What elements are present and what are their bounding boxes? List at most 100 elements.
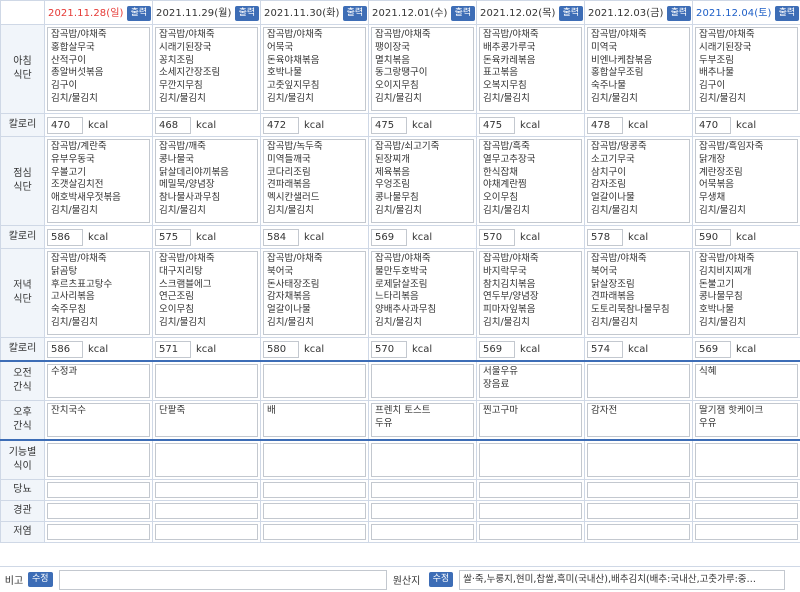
am-snack-row-textarea[interactable] (155, 364, 258, 398)
dinner-calorie-row-cell: 574 kcal (584, 337, 693, 362)
am-snack-row-textarea[interactable]: 서울우유 장음료 (479, 364, 582, 398)
low-salt-row-textarea[interactable] (155, 524, 258, 540)
breakfast-row-textarea[interactable]: 잡곡밥/야채죽 배추콩가루국 돈육카레볶음 표고볶음 오복지무침 김치/물김치 (479, 27, 582, 111)
calorie-input[interactable]: 575 (155, 228, 191, 246)
calorie-input[interactable]: 569 (695, 340, 731, 358)
tube-feeding-row-textarea[interactable] (155, 503, 258, 519)
print-button[interactable]: 출력 (774, 5, 800, 21)
am-snack-row-textarea[interactable] (587, 364, 690, 398)
calorie-input[interactable]: 472 (263, 116, 299, 134)
low-salt-row-label: 저염 (0, 521, 45, 543)
lunch-row-textarea[interactable]: 잡곡밥/흑임자죽 닭개장 계란장조림 어묵볶음 무생채 김치/물김치 (695, 139, 798, 223)
print-button[interactable]: 출력 (126, 5, 152, 21)
breakfast-row-textarea[interactable]: 잡곡밥/야채죽 어묵국 돈육야채볶음 호박나물 고춧잎지무침 김치/물김치 (263, 27, 366, 111)
tube-feeding-row-textarea[interactable] (263, 503, 366, 519)
lunch-row-textarea[interactable]: 잡곡밥/녹두죽 미역들깨국 코다리조림 견파래볶음 멕시칸샐러드 김치/물김치 (263, 139, 366, 223)
origin-field[interactable]: 쌀·죽,누룽지,현미,찹쌀,흑미(국내산),배추김치(배추:국내산,고춧가루:중… (459, 569, 786, 590)
note-field[interactable] (58, 569, 387, 590)
diabetes-row-textarea[interactable] (695, 482, 798, 498)
calorie-input[interactable]: 569 (479, 340, 515, 358)
pm-snack-row-textarea[interactable]: 딸기잼 핫케이크 우유 (695, 403, 798, 437)
diabetes-row-textarea[interactable] (155, 482, 258, 498)
calorie-input[interactable]: 571 (155, 340, 191, 358)
diabetes-row-textarea[interactable] (587, 482, 690, 498)
diabetes-row-textarea[interactable] (263, 482, 366, 498)
functional-diet-row-textarea[interactable] (155, 443, 258, 477)
lunch-row-textarea[interactable]: 잡곡밥/깨죽 콩나물국 닭살데리야끼볶음 메밀묵/양념장 참나물사과무침 김치/물김치 (155, 139, 258, 223)
low-salt-row-textarea[interactable] (47, 524, 150, 540)
menu-item: 김치/물김치 (483, 92, 530, 104)
calorie-input[interactable]: 470 (695, 116, 731, 134)
origin-edit-button[interactable]: 수정 (428, 572, 454, 587)
calorie-input[interactable]: 578 (587, 228, 623, 246)
dinner-row-textarea[interactable]: 잡곡밥/야채죽 북어국 닭살장조림 견파래볶음 도토리묵참나물무침 김치/물김치 (587, 251, 690, 335)
lunch-row-textarea[interactable]: 잡곡밥/땅콩죽 소고기무국 삼치구이 감자조림 얼갈이나물 김치/물김치 (587, 139, 690, 223)
low-salt-row-textarea[interactable] (587, 524, 690, 540)
date-label: 2021.11.30(화) (264, 8, 340, 20)
diabetes-row-textarea[interactable] (371, 482, 474, 498)
pm-snack-row-textarea[interactable]: 잔치국수 (47, 403, 150, 437)
calorie-input[interactable]: 574 (587, 340, 623, 358)
diabetes-row-textarea[interactable] (47, 482, 150, 498)
tube-feeding-row-textarea[interactable] (371, 503, 474, 519)
dinner-row-textarea[interactable]: 잡곡밥/야채죽 닭곰탕 후르츠표고탕수 고사리볶음 숙주무침 김치/물김치 (47, 251, 150, 335)
calorie-input[interactable]: 478 (587, 116, 623, 134)
tube-feeding-row-textarea[interactable] (587, 503, 690, 519)
tube-feeding-row-textarea[interactable] (695, 503, 798, 519)
functional-diet-row-textarea[interactable] (47, 443, 150, 477)
calorie-input[interactable]: 569 (371, 228, 407, 246)
functional-diet-row-textarea[interactable] (587, 443, 690, 477)
am-snack-row-textarea[interactable] (263, 364, 366, 398)
low-salt-row-textarea[interactable] (371, 524, 474, 540)
pm-snack-row-textarea[interactable]: 감자전 (587, 403, 690, 437)
dinner-row-textarea[interactable]: 잡곡밥/야채죽 물만두호박국 로제닭살조림 느타리볶음 양배추사과무침 김치/물김치 (371, 251, 474, 335)
print-button[interactable]: 출력 (234, 5, 260, 21)
low-salt-row: 저염 (0, 521, 800, 543)
tube-feeding-row-textarea[interactable] (47, 503, 150, 519)
note-edit-button[interactable]: 수정 (28, 572, 53, 587)
print-button[interactable]: 출력 (558, 5, 584, 21)
print-button[interactable]: 출력 (666, 5, 692, 21)
low-salt-row-textarea[interactable] (695, 524, 798, 540)
dinner-row-textarea[interactable]: 잡곡밥/야채죽 바지락무국 참치김치볶음 연두부/양념장 피마자잎볶음 김치/물김치 (479, 251, 582, 335)
calorie-input[interactable]: 570 (371, 340, 407, 358)
calorie-input[interactable]: 475 (479, 116, 515, 134)
pm-snack-row-textarea[interactable]: 찐고구마 (479, 403, 582, 437)
functional-diet-row-textarea[interactable] (479, 443, 582, 477)
am-snack-row-textarea[interactable] (371, 364, 474, 398)
calorie-input[interactable]: 586 (47, 228, 83, 246)
lunch-row-textarea[interactable]: 잡곡밥/계란죽 유부우동국 우볼고기 조갯살김치전 애호박새우젓볶음 김치/물김치 (47, 139, 150, 223)
low-salt-row-textarea[interactable] (479, 524, 582, 540)
dinner-row-textarea[interactable]: 잡곡밥/야채죽 북어국 돈사태장조림 감자채볶음 얼갈이나물 김치/물김치 (263, 251, 366, 335)
pm-snack-row-textarea[interactable]: 배 (263, 403, 366, 437)
pm-snack-row-textarea[interactable]: 단팥죽 (155, 403, 258, 437)
functional-diet-row-textarea[interactable] (695, 443, 798, 477)
functional-diet-row-textarea[interactable] (263, 443, 366, 477)
lunch-row-textarea[interactable]: 잡곡밥/쇠고기죽 된장찌개 제육볶음 우엉조림 콩나물무침 김치/물김치 (371, 139, 474, 223)
dinner-row-textarea[interactable]: 잡곡밥/야채죽 대구지리탕 스크램블에그 연근조림 오이무침 김치/물김치 (155, 251, 258, 335)
am-snack-row-textarea[interactable]: 식혜 (695, 364, 798, 398)
breakfast-row-textarea[interactable]: 잡곡밥/야채죽 시래기된장국 두부조림 배추나물 김구이 김치/물김치 (695, 27, 798, 111)
breakfast-row-textarea[interactable]: 잡곡밥/야채죽 홍합살무국 산적구이 총알버섯볶음 김구이 김치/물김치 (47, 27, 150, 111)
print-button[interactable]: 출력 (342, 5, 368, 21)
tube-feeding-row-textarea[interactable] (479, 503, 582, 519)
low-salt-row-textarea[interactable] (263, 524, 366, 540)
pm-snack-row-textarea[interactable]: 프렌치 토스트 두유 (371, 403, 474, 437)
calorie-input[interactable]: 584 (263, 228, 299, 246)
am-snack-row-textarea[interactable]: 수정과 (47, 364, 150, 398)
calorie-input[interactable]: 470 (47, 116, 83, 134)
lunch-row-textarea[interactable]: 잡곡밥/흑죽 열무고추장국 한식잡채 야채계란찜 오이무침 김치/물김치 (479, 139, 582, 223)
calorie-input[interactable]: 570 (479, 228, 515, 246)
calorie-input[interactable]: 586 (47, 340, 83, 358)
calorie-input[interactable]: 475 (371, 116, 407, 134)
calorie-input[interactable]: 580 (263, 340, 299, 358)
breakfast-row-textarea[interactable]: 잡곡밥/야채죽 미역국 비엔나케찹볶음 홍합살무조림 숙주나물 김치/물김치 (587, 27, 690, 111)
breakfast-row-textarea[interactable]: 잡곡밥/야채죽 시래기된장국 꽁치조림 소세지간장조림 무깐지무침 김치/물김치 (155, 27, 258, 111)
calorie-input[interactable]: 590 (695, 228, 731, 246)
print-button[interactable]: 출력 (450, 5, 476, 21)
functional-diet-row-textarea[interactable] (371, 443, 474, 477)
breakfast-row-textarea[interactable]: 잡곡밥/야채죽 팽이장국 멸치볶음 동그랑땡구이 오이지무침 김치/물김치 (371, 27, 474, 111)
diabetes-row-textarea[interactable] (479, 482, 582, 498)
calorie-input[interactable]: 468 (155, 116, 191, 134)
dinner-row-textarea[interactable]: 잡곡밥/야채죽 김치비지찌개 돈불고기 콩나물무침 호박나물 김치/물김치 (695, 251, 798, 335)
